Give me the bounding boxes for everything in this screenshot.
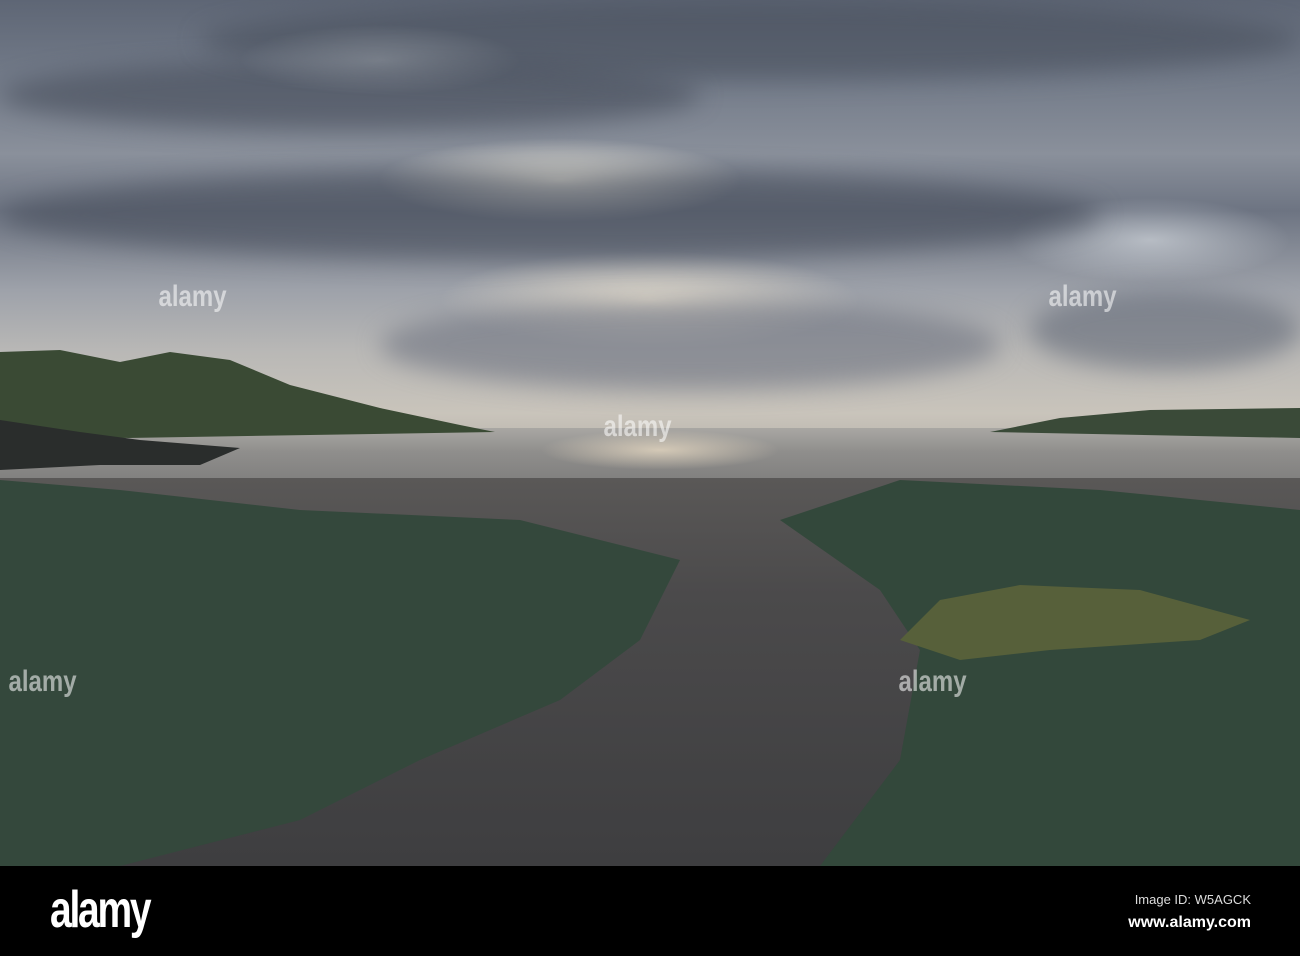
beach-photo: alamy alamy alamy alamy alamy (0, 0, 1300, 866)
watermark: alamy (1048, 280, 1117, 313)
right-dune-grass (780, 480, 1300, 866)
watermark: alamy (898, 665, 967, 698)
alamy-logo: alamy (50, 881, 152, 939)
website-link[interactable]: www.alamy.com (1128, 914, 1251, 932)
left-dune-grass (0, 480, 680, 866)
left-headland (0, 350, 495, 440)
watermark-footer: alamy Image ID: W5AGCK www.alamy.com (0, 866, 1300, 956)
watermark: alamy (8, 665, 77, 698)
image-id: Image ID: W5AGCK (1134, 892, 1251, 907)
watermark: alamy (158, 280, 227, 313)
right-headland (990, 408, 1300, 438)
watermark: alamy (603, 410, 672, 443)
